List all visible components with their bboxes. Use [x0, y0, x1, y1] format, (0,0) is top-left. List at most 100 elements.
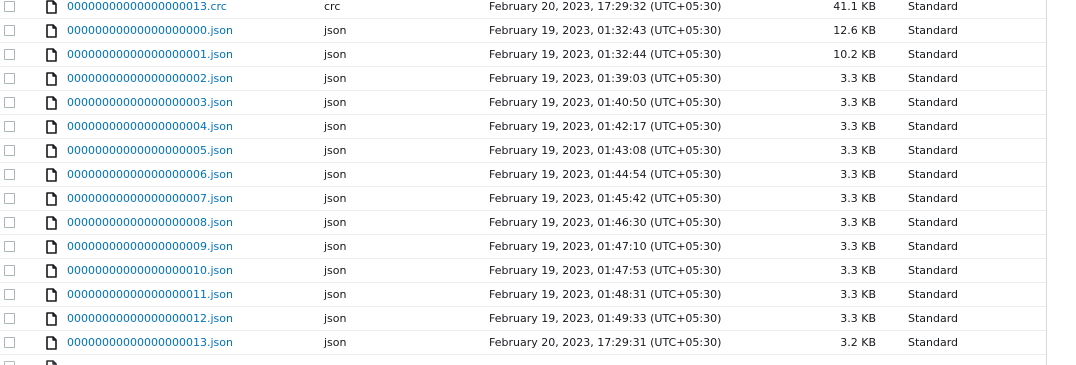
object-storage-class: Standard: [908, 264, 959, 277]
object-name-link[interactable]: 00000000000000000006.json: [67, 163, 233, 187]
table-row[interactable]: 00000000000000000008.json json February …: [0, 211, 1046, 235]
object-last-modified: February 19, 2023, 01:47:53 (UTC+05:30): [489, 264, 722, 277]
file-icon: [46, 336, 57, 350]
object-last-modified: February 19, 2023, 01:47:10 (UTC+05:30): [489, 240, 722, 253]
object-name-link[interactable]: 00000000000000000003.json: [67, 91, 233, 115]
object-storage-class: Standard: [908, 216, 959, 229]
table-row[interactable]: 00000000000000000005.json json February …: [0, 139, 1046, 163]
file-icon: [46, 312, 57, 326]
object-size: 10.2 KB: [833, 48, 876, 61]
row-checkbox[interactable]: [4, 265, 15, 276]
row-checkbox[interactable]: [4, 289, 15, 300]
file-icon: [46, 216, 57, 230]
row-checkbox[interactable]: [4, 121, 15, 132]
object-type: json: [324, 120, 347, 133]
file-icon: [46, 360, 57, 365]
object-size: 3.3 KB: [840, 288, 876, 301]
row-checkbox[interactable]: [4, 337, 15, 348]
file-icon: [46, 288, 57, 302]
right-gutter: [1047, 0, 1076, 365]
table-row[interactable]: 00000000000000000004.json json February …: [0, 115, 1046, 139]
object-name-link[interactable]: 00000000000000000012.json: [67, 307, 233, 331]
object-type: json: [324, 240, 347, 253]
object-name-link[interactable]: 00000000000000000011.json: [67, 283, 233, 307]
object-last-modified: February 19, 2023, 01:40:50 (UTC+05:30): [489, 96, 722, 109]
table-row[interactable]: 00000000000000000000.json json February …: [0, 19, 1046, 43]
object-size: 41.1 KB: [833, 0, 876, 13]
file-icon: [46, 0, 57, 14]
row-checkbox[interactable]: [4, 73, 15, 84]
object-type: json: [324, 72, 347, 85]
object-storage-class: Standard: [908, 240, 959, 253]
object-last-modified: February 19, 2023, 01:39:03 (UTC+05:30): [489, 72, 722, 85]
object-storage-class: Standard: [908, 144, 959, 157]
table-row[interactable]: 00000000000000000013.json json February …: [0, 331, 1046, 355]
object-name-link[interactable]: 00000000000000000010.json: [67, 259, 233, 283]
object-size: 3.3 KB: [840, 144, 876, 157]
object-size: 3.3 KB: [840, 168, 876, 181]
table-row[interactable]: 00000000000000000011.json json February …: [0, 283, 1046, 307]
object-storage-class: Standard: [908, 24, 959, 37]
object-type: json: [324, 312, 347, 325]
object-last-modified: February 19, 2023, 01:49:33 (UTC+05:30): [489, 312, 722, 325]
object-name-link[interactable]: 00000000000000000002.json: [67, 67, 233, 91]
table-row[interactable]: 00000000000000000006.json json February …: [0, 163, 1046, 187]
object-storage-class: Standard: [908, 72, 959, 85]
object-last-modified: February 19, 2023, 01:45:42 (UTC+05:30): [489, 192, 722, 205]
object-storage-class: Standard: [908, 312, 959, 325]
object-name-link[interactable]: 00000000000000000004.json: [67, 115, 233, 139]
file-icon: [46, 120, 57, 134]
object-type: json: [324, 24, 347, 37]
object-type: json: [324, 264, 347, 277]
object-name-link[interactable]: 00000000000000000001.json: [67, 43, 233, 67]
table-row[interactable]: 00000000000000000010.json json February …: [0, 259, 1046, 283]
table-row[interactable]: 00000000000000000009.json json February …: [0, 235, 1046, 259]
row-checkbox[interactable]: [4, 217, 15, 228]
table-row[interactable]: 00000000000000000002.json json February …: [0, 67, 1046, 91]
object-storage-class: Standard: [908, 0, 959, 13]
row-checkbox[interactable]: [4, 169, 15, 180]
row-checkbox[interactable]: [4, 361, 15, 365]
object-name-link[interactable]: 00000000000000000007.json: [67, 187, 233, 211]
row-checkbox[interactable]: [4, 145, 15, 156]
table-row[interactable]: 00000000000000000012.json json February …: [0, 307, 1046, 331]
object-type: json: [324, 144, 347, 157]
object-size: 3.3 KB: [840, 72, 876, 85]
object-last-modified: February 19, 2023, 01:42:17 (UTC+05:30): [489, 120, 722, 133]
file-icon: [46, 48, 57, 62]
object-name-link[interactable]: 00000000000000000013.crc: [67, 0, 227, 19]
row-checkbox[interactable]: [4, 97, 15, 108]
table-row[interactable]: 00000000000000000003.json json February …: [0, 91, 1046, 115]
object-type: crc: [324, 0, 341, 13]
row-checkbox[interactable]: [4, 25, 15, 36]
file-icon: [46, 24, 57, 38]
row-checkbox[interactable]: [4, 1, 15, 12]
object-storage-class: Standard: [908, 48, 959, 61]
file-icon: [46, 168, 57, 182]
object-last-modified: February 20, 2023, 17:29:31 (UTC+05:30): [489, 336, 722, 349]
object-name-link[interactable]: 00000000000000000013.json: [67, 331, 233, 355]
object-name-link[interactable]: 00000000000000000000.json: [67, 19, 233, 43]
object-last-modified: February 20, 2023, 17:29:32 (UTC+05:30): [489, 0, 722, 13]
object-type: json: [324, 336, 347, 349]
object-size: 3.3 KB: [840, 312, 876, 325]
object-type: json: [324, 216, 347, 229]
table-row[interactable]: [0, 355, 1046, 365]
object-type: json: [324, 96, 347, 109]
row-checkbox[interactable]: [4, 49, 15, 60]
file-icon: [46, 264, 57, 278]
object-name-link[interactable]: 00000000000000000009.json: [67, 235, 233, 259]
table-row[interactable]: 00000000000000000001.json json February …: [0, 43, 1046, 67]
row-checkbox[interactable]: [4, 313, 15, 324]
row-checkbox[interactable]: [4, 193, 15, 204]
object-name-link[interactable]: 00000000000000000008.json: [67, 211, 233, 235]
object-storage-class: Standard: [908, 288, 959, 301]
row-checkbox[interactable]: [4, 241, 15, 252]
object-size: 12.6 KB: [833, 24, 876, 37]
object-last-modified: February 19, 2023, 01:48:31 (UTC+05:30): [489, 288, 722, 301]
table-row[interactable]: 00000000000000000013.crc crc February 20…: [0, 0, 1046, 19]
object-name-link[interactable]: 00000000000000000005.json: [67, 139, 233, 163]
object-storage-class: Standard: [908, 96, 959, 109]
file-icon: [46, 192, 57, 206]
table-row[interactable]: 00000000000000000007.json json February …: [0, 187, 1046, 211]
